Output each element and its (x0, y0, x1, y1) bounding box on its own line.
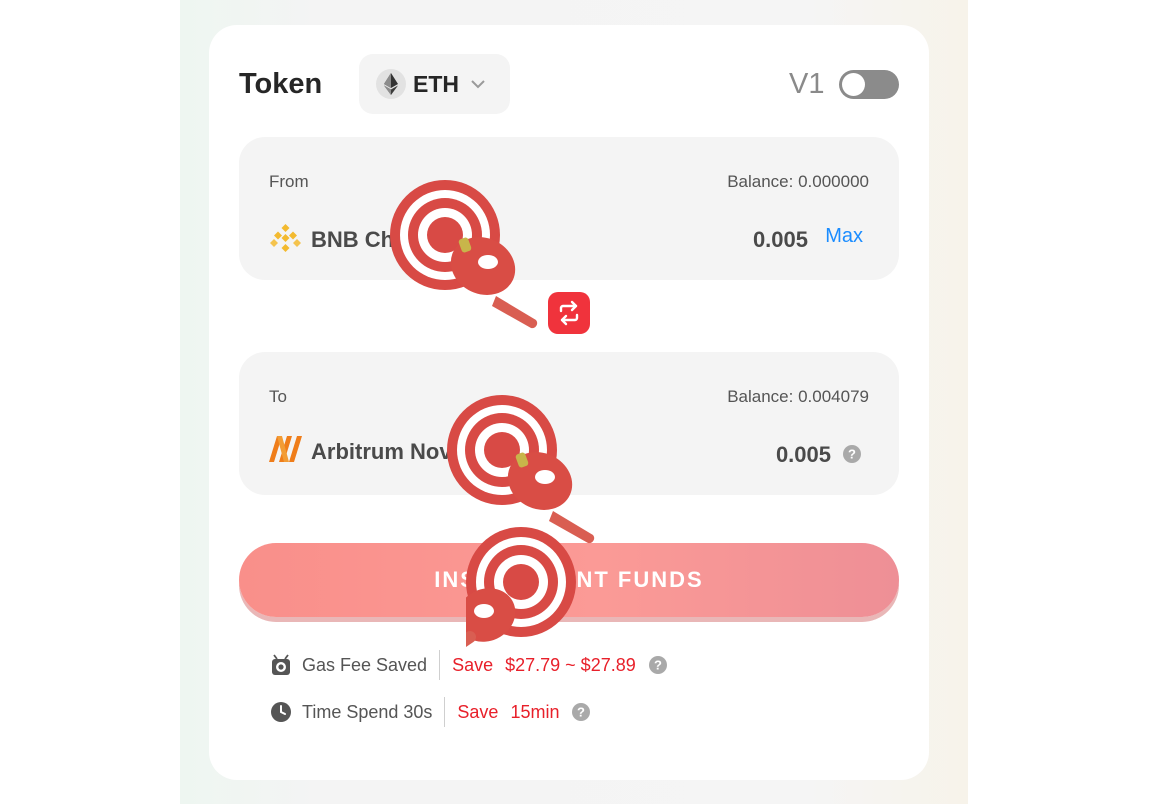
token-name: ETH (413, 70, 459, 97)
time-spend-label: Time Spend 30s (302, 701, 433, 722)
to-amount: 0.005 (775, 442, 831, 467)
gas-save-value: $27.79 ~ $27.89 (505, 654, 636, 675)
eth-icon (376, 69, 406, 99)
gas-fee-label: Gas Fee Saved (302, 654, 428, 675)
toggle-knob (842, 73, 865, 96)
to-panel: To Balance: 0.004079 Arbitrum Nova 0.005… (239, 352, 899, 495)
from-label: From (269, 172, 309, 191)
chevron-down-icon (474, 447, 488, 456)
to-chain-selector[interactable]: Arbitrum Nova (269, 436, 488, 467)
svg-text:?: ? (654, 658, 662, 673)
insufficient-funds-button[interactable]: INSUFFICIENT FUNDS (239, 543, 899, 617)
help-icon[interactable]: ? (648, 655, 668, 675)
divider (439, 650, 441, 680)
swap-direction-button[interactable] (548, 292, 590, 334)
from-chain-selector[interactable]: BNB Chain (269, 221, 450, 259)
gas-save-label: Save (452, 654, 494, 675)
from-amount[interactable]: 0.005 (753, 227, 808, 253)
divider (444, 697, 446, 727)
arbitrum-nova-icon (269, 436, 302, 467)
chevron-down-icon (471, 76, 487, 92)
svg-text:?: ? (577, 705, 585, 720)
token-selector[interactable]: ETH (359, 54, 510, 114)
gas-fee-row: Gas Fee Saved Save $27.79 ~ $27.89 ? (270, 650, 668, 680)
to-label: To (269, 387, 287, 406)
token-label: Token (239, 68, 323, 100)
from-panel: From Balance: 0.000000 BNB Chain 0.005 M… (239, 137, 899, 280)
from-chain-name: BNB Chain (311, 227, 426, 252)
from-balance: Balance: 0.000000 (727, 172, 869, 191)
swap-icon (559, 300, 579, 326)
gas-icon (270, 654, 292, 676)
version-toggle[interactable] (839, 70, 899, 99)
time-spend-row: Time Spend 30s Save 15min ? (270, 697, 591, 727)
chevron-down-icon (436, 235, 450, 245)
time-save-value: 15min (510, 701, 560, 722)
help-icon[interactable]: ? (571, 702, 591, 722)
version-label: V1 (789, 68, 825, 100)
to-balance: Balance: 0.004079 (727, 387, 869, 406)
clock-icon (270, 701, 292, 723)
help-icon[interactable]: ? (842, 444, 862, 469)
to-chain-name: Arbitrum Nova (311, 438, 464, 464)
time-save-label: Save (457, 701, 499, 722)
bnb-chain-icon (269, 221, 302, 259)
svg-text:?: ? (848, 447, 856, 462)
max-button[interactable]: Max (825, 225, 863, 248)
